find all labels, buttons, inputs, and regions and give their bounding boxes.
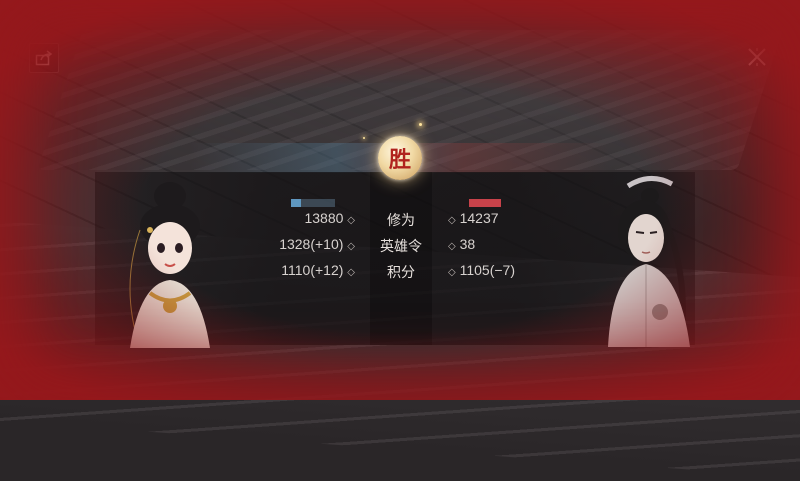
right-player-name-bar (469, 199, 501, 207)
stat-label-hero-token: 英雄令 (380, 238, 422, 254)
stat-label-cultivation: 修为 (387, 212, 415, 228)
left-player-name-bar (291, 199, 335, 207)
separator-icon: ◇ (448, 267, 456, 278)
left-stat-hero-token: 1328(+10) ◇ (279, 236, 355, 252)
separator-icon: ◇ (448, 215, 456, 226)
share-icon (35, 50, 53, 66)
right-stat-cultivation: ◇ 14237 (448, 210, 499, 226)
left-stat-cultivation: 13880 ◇ (304, 210, 355, 226)
right-stat-hero-token: ◇ 38 (448, 236, 476, 252)
separator-icon: ◇ (347, 241, 355, 252)
left-stat-points: 1110(+12) ◇ (281, 262, 355, 278)
close-icon (748, 48, 766, 66)
share-button[interactable] (29, 43, 59, 73)
sparkle-effect (419, 123, 422, 126)
stat-label-column (370, 172, 432, 345)
victory-badge-text: 胜 (388, 147, 411, 173)
right-player-avatar (608, 176, 690, 347)
separator-icon: ◇ (347, 267, 355, 278)
victory-badge: 胜 (378, 136, 422, 180)
close-button[interactable] (743, 43, 771, 71)
right-stat-points: ◇ 1105(−7) (448, 262, 515, 278)
left-player-avatar (129, 182, 210, 348)
stat-label-points: 积分 (387, 264, 415, 280)
separator-icon: ◇ (448, 241, 456, 252)
separator-icon: ◇ (347, 215, 355, 226)
sparkle-effect (363, 137, 365, 139)
